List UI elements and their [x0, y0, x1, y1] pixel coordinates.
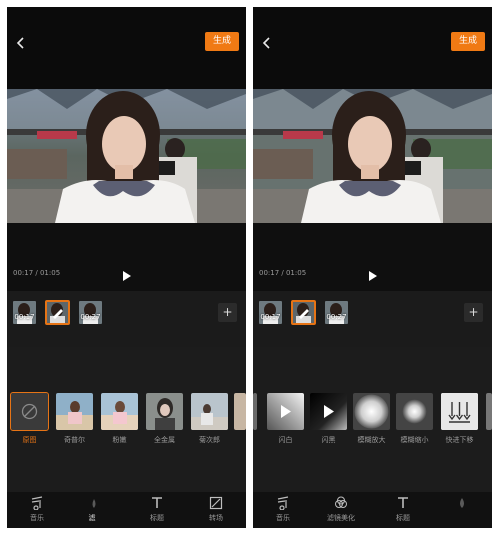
- filter-thumbnail: [191, 393, 228, 430]
- transition-label: 模糊缩小: [400, 436, 429, 444]
- nav-music[interactable]: 音乐: [263, 496, 303, 523]
- clip-timeline: [253, 291, 492, 347]
- clip-thumb[interactable]: 00:17: [13, 301, 36, 324]
- filter-item-original[interactable]: 原图: [10, 392, 49, 445]
- blur-zoom-in-icon: [353, 393, 390, 430]
- filter-item[interactable]: 全金属: [146, 393, 183, 445]
- transition-icon: [209, 496, 223, 510]
- nav-filter-beautify[interactable]: 滤镜美化: [321, 496, 361, 523]
- transition-thumbnail: [253, 393, 257, 430]
- add-clip-button[interactable]: +: [464, 303, 483, 322]
- playback-time: 00:17 / 01:05: [13, 269, 61, 277]
- filter-item[interactable]: 奇普尔: [56, 393, 93, 445]
- filter-label: 菊次郎: [199, 436, 220, 444]
- filter-rings-icon: [335, 496, 347, 508]
- play-icon[interactable]: [122, 267, 132, 281]
- nav-title[interactable]: 标题: [383, 496, 423, 523]
- nav-title[interactable]: 标题: [137, 496, 177, 523]
- filter-thumbnail: [146, 393, 183, 430]
- filter-icon: [92, 499, 96, 508]
- video-preview: [7, 89, 246, 223]
- transition-item[interactable]: 模糊放大: [353, 393, 390, 445]
- filter-label: 粉嫩: [112, 436, 127, 444]
- nav-music[interactable]: 音乐: [17, 496, 57, 523]
- filter-label: 原图: [22, 436, 37, 444]
- text-icon: [152, 497, 162, 508]
- filter-thumbnail: [101, 393, 138, 430]
- blur-zoom-out-icon: [396, 393, 433, 430]
- transition-label: 模糊放大: [357, 436, 386, 444]
- phone-screen-right: 生成 00:17 / 01:05 00:17 00:27 + 闪白 闪黑 模糊放…: [253, 7, 492, 528]
- transition-label: 闪白: [278, 436, 293, 444]
- nav-filter[interactable]: 滤: [72, 496, 112, 523]
- text-icon: [398, 497, 408, 508]
- clip-thumb[interactable]: 00:27: [325, 301, 348, 324]
- generate-button[interactable]: 生成: [451, 32, 485, 51]
- music-icon: [31, 496, 43, 510]
- back-arrow-icon[interactable]: [15, 37, 29, 51]
- clip-thumb[interactable]: 00:17: [259, 301, 282, 324]
- playback-time: 00:17 / 01:05: [259, 269, 307, 277]
- transition-item[interactable]: 闪黑: [310, 393, 347, 445]
- flash-black-icon: [310, 393, 347, 430]
- generate-button[interactable]: 生成: [205, 32, 239, 51]
- add-clip-button[interactable]: +: [218, 303, 237, 322]
- transition-item[interactable]: 快进下移: [441, 393, 478, 445]
- filter-item-partial[interactable]: [234, 393, 246, 430]
- filter-item[interactable]: 粉嫩: [101, 393, 138, 445]
- transition-item-partial[interactable]: [253, 393, 257, 430]
- music-icon: [277, 496, 289, 510]
- fast-forward-down-icon: [441, 393, 478, 430]
- video-preview: [253, 89, 492, 223]
- transition-item-partial[interactable]: [486, 393, 492, 430]
- filter-item[interactable]: 菊次郎: [191, 393, 228, 445]
- transition-item[interactable]: 模糊缩小: [396, 393, 433, 445]
- no-filter-icon: [10, 392, 49, 431]
- phone-screen-left: 生成 00:17 / 01:05 00:17 00:27 + 原图 奇普尔 粉嫩…: [7, 7, 246, 528]
- transition-item[interactable]: 闪白: [267, 393, 304, 445]
- flash-white-icon: [267, 393, 304, 430]
- transition-drop-icon: [460, 498, 464, 508]
- clip-thumb-selected[interactable]: [45, 300, 70, 325]
- clip-timeline: [7, 291, 246, 347]
- transition-thumbnail: [486, 393, 492, 430]
- clip-thumb-selected[interactable]: [291, 300, 316, 325]
- filter-label: 奇普尔: [64, 436, 85, 444]
- filter-label: 全金属: [154, 436, 175, 444]
- play-icon[interactable]: [368, 267, 378, 281]
- clip-thumb[interactable]: 00:27: [79, 301, 102, 324]
- nav-transition[interactable]: [442, 496, 482, 513]
- transition-label: 闪黑: [321, 436, 336, 444]
- transition-label: 快进下移: [445, 436, 474, 444]
- back-arrow-icon[interactable]: [261, 37, 275, 51]
- nav-transition[interactable]: 转场: [196, 496, 236, 523]
- filter-thumbnail: [56, 393, 93, 430]
- filter-thumbnail: [234, 393, 246, 430]
